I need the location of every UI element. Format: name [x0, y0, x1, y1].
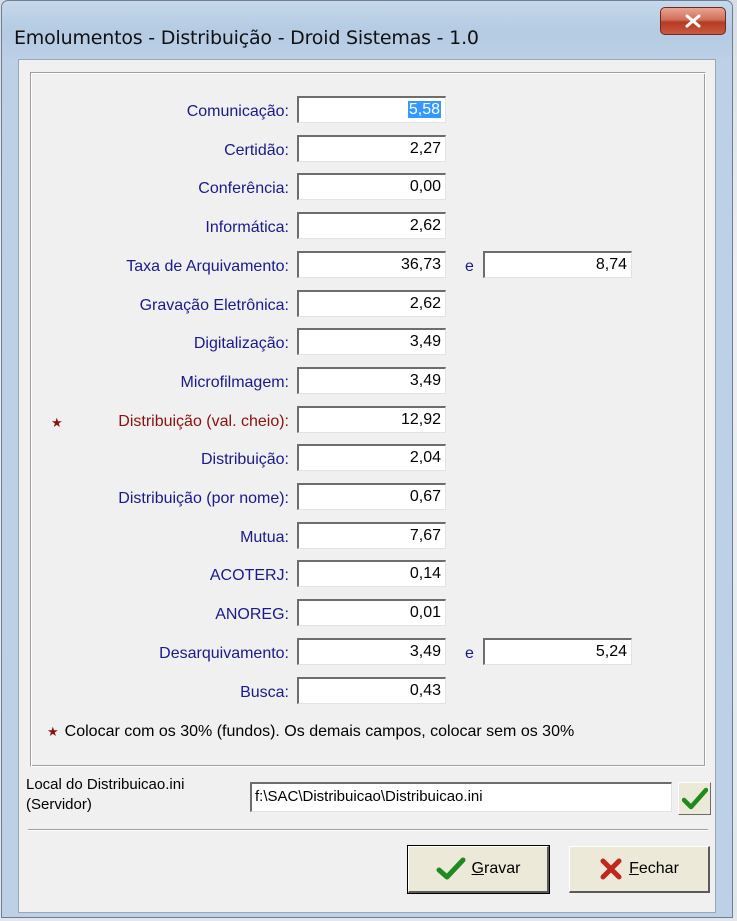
- fee-input[interactable]: 0,14: [297, 560, 446, 588]
- fee-label: Certidão:: [224, 141, 289, 159]
- x-icon: [600, 858, 622, 880]
- fee-input-secondary[interactable]: 5,24: [483, 637, 632, 665]
- fee-label: Desarquivamento:: [159, 644, 289, 662]
- note-label: Colocar com os 30% (fundos). Os demais c…: [64, 723, 575, 740]
- ini-path-label: Local do Distribuicao.ini (Servidor): [26, 775, 184, 815]
- fee-input[interactable]: 0,00: [297, 173, 446, 201]
- fee-input[interactable]: 2,62: [297, 212, 446, 240]
- fee-input[interactable]: 3,49: [297, 366, 446, 394]
- save-button-label: Gravar: [471, 860, 521, 877]
- fee-label: Busca:: [240, 683, 289, 701]
- close-window-button[interactable]: [660, 7, 726, 35]
- star-icon: ★: [47, 724, 59, 739]
- fee-input[interactable]: 12,92: [297, 405, 446, 433]
- star-icon: ★: [51, 414, 63, 430]
- close-button[interactable]: Fechar: [569, 846, 710, 893]
- title-bar[interactable]: Emolumentos - Distribuição - Droid Siste…: [2, 1, 732, 67]
- ini-path-input[interactable]: f:\SAC\Distribuicao\Distribuicao.ini: [250, 782, 672, 812]
- save-button[interactable]: Gravar: [407, 845, 550, 894]
- fee-label: Taxa de Arquivamento:: [126, 257, 289, 275]
- fee-label: Microfilmagem:: [180, 373, 289, 391]
- fee-input[interactable]: 7,67: [297, 521, 446, 549]
- fee-label: Gravação Eletrônica:: [139, 296, 289, 314]
- connector-label: e: [465, 257, 474, 275]
- fee-label: Informática:: [205, 219, 289, 237]
- fee-input[interactable]: 2,62: [297, 289, 446, 317]
- fee-input[interactable]: 36,73: [297, 250, 446, 278]
- dialog-window: Emolumentos - Distribuição - Droid Siste…: [1, 0, 733, 918]
- fee-input[interactable]: 0,67: [297, 483, 446, 510]
- fee-label: Distribuição (val. cheio):: [118, 412, 289, 430]
- fee-label: Digitalização:: [193, 335, 289, 353]
- window-title: Emolumentos - Distribuição - Droid Siste…: [14, 27, 479, 49]
- note-text: ★ Colocar com os 30% (fundos). Os demais …: [47, 723, 574, 741]
- fee-label: Distribuição:: [200, 451, 289, 469]
- fee-label: Mutua:: [240, 528, 289, 546]
- fee-label: Distribuição (por nome):: [118, 490, 289, 507]
- fee-input-secondary[interactable]: 8,74: [483, 250, 632, 278]
- fee-label: Conferência:: [198, 180, 289, 198]
- ini-path-label-line2: (Servidor): [26, 796, 92, 813]
- dialog-client-area: ★ Colocar com os 30% (fundos). Os demais …: [18, 59, 716, 913]
- fee-input[interactable]: 2,27: [297, 134, 446, 162]
- fee-label: ACOTERJ:: [209, 567, 289, 585]
- fee-input[interactable]: 0,01: [297, 599, 446, 627]
- close-button-label: Fechar: [629, 860, 679, 877]
- fee-input[interactable]: 3,49: [297, 637, 446, 665]
- confirm-path-button[interactable]: [678, 782, 711, 815]
- close-icon: [685, 14, 701, 28]
- fee-input[interactable]: 0,43: [297, 676, 446, 704]
- fee-label: Comunicação:: [186, 103, 289, 120]
- fee-input[interactable]: 3,49: [297, 328, 446, 356]
- fee-input[interactable]: 5,58: [297, 96, 446, 123]
- fee-label: ANOREG:: [215, 606, 289, 624]
- connector-label: e: [465, 644, 474, 662]
- checkmark-icon: [681, 787, 708, 809]
- fee-input[interactable]: 2,04: [297, 444, 446, 472]
- ini-path-label-line1: Local do Distribuicao.ini: [26, 776, 185, 793]
- separator: [28, 829, 708, 831]
- checkmark-icon: [436, 857, 466, 880]
